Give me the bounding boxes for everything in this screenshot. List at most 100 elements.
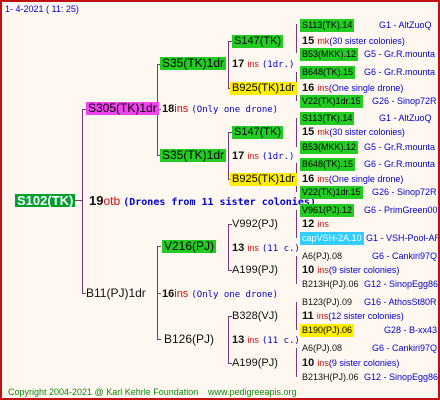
connector bbox=[296, 348, 297, 377]
gen5-node[interactable]: V22(TK)1dr.15 bbox=[300, 95, 363, 108]
gen5-node[interactable]: V961(PJ).12 bbox=[300, 204, 355, 217]
gen3-note: (11 c.) bbox=[261, 244, 300, 254]
gen4-info: 15 mk(30 sister colonies) bbox=[302, 126, 405, 139]
connector bbox=[82, 109, 83, 293]
connector bbox=[157, 246, 158, 339]
gen5-origin: G16 - AthosSt80R bbox=[364, 297, 437, 307]
pedigree-frame: 1- 4-2021 ( 11: 25) S102(TK) 19otb (Dron… bbox=[0, 0, 440, 400]
gen4-unit: ins bbox=[317, 83, 329, 93]
gen5-origin: G6 - Gr.R.mounta bbox=[364, 67, 436, 77]
gen4-unit: ins bbox=[317, 265, 329, 275]
gen3-node[interactable]: S35(TK)1dr bbox=[160, 149, 227, 162]
gen5-node[interactable]: B213H(PJ).06 bbox=[302, 278, 359, 291]
gen5-node[interactable]: B648(TK).15 bbox=[300, 66, 356, 79]
gen3-unit: ins bbox=[247, 59, 259, 69]
gen5-origin: G6 - PrimGreen00 bbox=[364, 205, 438, 215]
gen2-node[interactable]: S305(TK)1dr bbox=[86, 102, 159, 115]
gen4-info: 16 ins(One single drone) bbox=[302, 82, 403, 95]
gen3-note: (1dr.) bbox=[261, 60, 295, 70]
gen5-node[interactable]: B53(MKK).12 bbox=[300, 141, 359, 154]
gen4-info: 12 ins bbox=[302, 218, 329, 231]
gen5-origin: G5 - Gr.R.mounta bbox=[364, 49, 436, 59]
gen4-count: 15 bbox=[302, 35, 315, 47]
gen5-origin: G6 - Cankiri97Q bbox=[372, 251, 438, 261]
gen3-count: 17 bbox=[232, 150, 245, 162]
gen5-node[interactable]: B123(PJ).09 bbox=[302, 296, 352, 309]
gen5-node[interactable]: B648(TK).15 bbox=[300, 158, 356, 171]
gen2-count: 18 bbox=[162, 103, 175, 115]
connector bbox=[296, 118, 297, 147]
gen4-info: 11 ins(12 sister colonies) bbox=[302, 310, 404, 323]
gen2-info: 18ins (Only one drone) bbox=[162, 103, 278, 117]
gen5-origin: G5 - Gr.R.mounta bbox=[364, 142, 436, 152]
gen4-note: (12 sister colonies) bbox=[328, 311, 404, 321]
root-queen[interactable]: S102(TK) bbox=[15, 194, 76, 207]
gen4-node[interactable]: S147(TK) bbox=[232, 35, 284, 48]
gen4-info: 10 ins(9 sister colonies) bbox=[302, 264, 399, 277]
gen4-node[interactable]: A199(PJ) bbox=[232, 264, 278, 277]
gen3-node[interactable]: V216(PJ) bbox=[162, 240, 217, 253]
connector bbox=[296, 210, 297, 238]
gen4-count: 10 bbox=[302, 357, 315, 369]
copyright-text: Copyright 2004-2021 @ Karl Kehrle Founda… bbox=[8, 387, 199, 397]
gen5-node[interactable]: A6(PJ).08 bbox=[302, 342, 342, 355]
gen4-count: 10 bbox=[302, 264, 315, 276]
gen4-node[interactable]: B328(VJ) bbox=[232, 310, 278, 323]
gen5-node[interactable]: B213H(PJ).06 bbox=[302, 371, 359, 384]
gen3-note: (1dr.) bbox=[261, 152, 295, 162]
gen3-info: 13 ins (11 c.) bbox=[232, 242, 300, 256]
gen4-note: (9 sister colonies) bbox=[328, 265, 400, 275]
gen4-note: (One single drone) bbox=[328, 174, 404, 184]
gen5-node[interactable]: S113(TK).14 bbox=[300, 19, 355, 32]
gen4-unit: ins bbox=[317, 174, 329, 184]
connector bbox=[157, 339, 161, 340]
gen4-note: (One single drone) bbox=[328, 83, 404, 93]
gen5-node[interactable]: V22(TK)1dr.15 bbox=[300, 186, 363, 199]
gen4-node[interactable]: B925(TK)1dr bbox=[230, 173, 297, 186]
gen4-info: 16 ins(One single drone) bbox=[302, 173, 403, 186]
gen3-node[interactable]: S35(TK)1dr bbox=[160, 57, 227, 70]
gen5-node[interactable]: S113(TK).14 bbox=[300, 112, 355, 125]
gen4-node[interactable]: S147(TK) bbox=[232, 126, 284, 139]
gen4-node[interactable]: V992(PJ) bbox=[232, 218, 278, 231]
connector bbox=[228, 316, 229, 363]
gen3-node[interactable]: B126(PJ) bbox=[164, 333, 214, 346]
gen4-count: 11 bbox=[302, 310, 314, 322]
gen5-node[interactable]: B190(PJ).06 bbox=[300, 324, 355, 337]
gen5-node[interactable]: B53(MKK).12 bbox=[300, 48, 359, 61]
gen4-unit: mk bbox=[317, 36, 330, 46]
root-count: 19 bbox=[89, 193, 104, 208]
gen5-origin: G26 - Sinop72R bbox=[372, 187, 437, 197]
gen2-count: 16 bbox=[162, 288, 175, 300]
gen4-count: 16 bbox=[302, 173, 315, 185]
gen4-node[interactable]: A199(PJ) bbox=[232, 357, 278, 370]
gen5-origin: G6 - Cankiri97Q bbox=[372, 343, 438, 353]
gen5-node[interactable]: capVSH-2A.10 bbox=[300, 232, 364, 245]
connector bbox=[228, 132, 229, 179]
gen4-unit: ins bbox=[316, 311, 329, 321]
connector bbox=[228, 41, 229, 88]
gen5-origin: G1 - VSH-Pool-AR bbox=[366, 233, 440, 243]
gen2-unit: ins bbox=[174, 288, 189, 300]
gen3-unit: ins bbox=[247, 335, 259, 345]
gen4-note: (30 sister colonies) bbox=[329, 127, 405, 137]
connector bbox=[157, 246, 161, 247]
connector bbox=[296, 24, 297, 53]
gen5-origin: G28 - B-xx43 bbox=[384, 325, 438, 335]
gen5-origin: G26 - Sinop72R bbox=[372, 96, 437, 106]
gen5-origin: G6 - Gr.R.mounta bbox=[364, 159, 436, 169]
gen3-note: (11 c.) bbox=[261, 336, 300, 346]
gen5-origin: G12 - SinopEgg86R bbox=[364, 279, 440, 289]
gen2-node[interactable]: B11(PJ)1dr bbox=[86, 287, 146, 300]
gen4-node[interactable]: B925(TK)1dr bbox=[230, 82, 297, 95]
gen3-count: 13 bbox=[232, 242, 245, 254]
gen5-node[interactable]: A6(PJ).08 bbox=[302, 250, 342, 263]
gen2-unit: ins bbox=[174, 103, 189, 115]
gen5-origin: G1 - AltZuoQ bbox=[379, 20, 432, 30]
gen4-count: 12 bbox=[302, 218, 315, 230]
gen3-info: 13 ins (11 c.) bbox=[232, 334, 300, 348]
gen2-info: 16ins (Only one drone) bbox=[162, 288, 278, 302]
gen4-info: 15 mk(30 sister colonies) bbox=[302, 35, 405, 48]
gen5-origin: G12 - SinopEgg86R bbox=[364, 372, 440, 382]
site-link[interactable]: www.pedigreeapis.org bbox=[208, 386, 297, 398]
